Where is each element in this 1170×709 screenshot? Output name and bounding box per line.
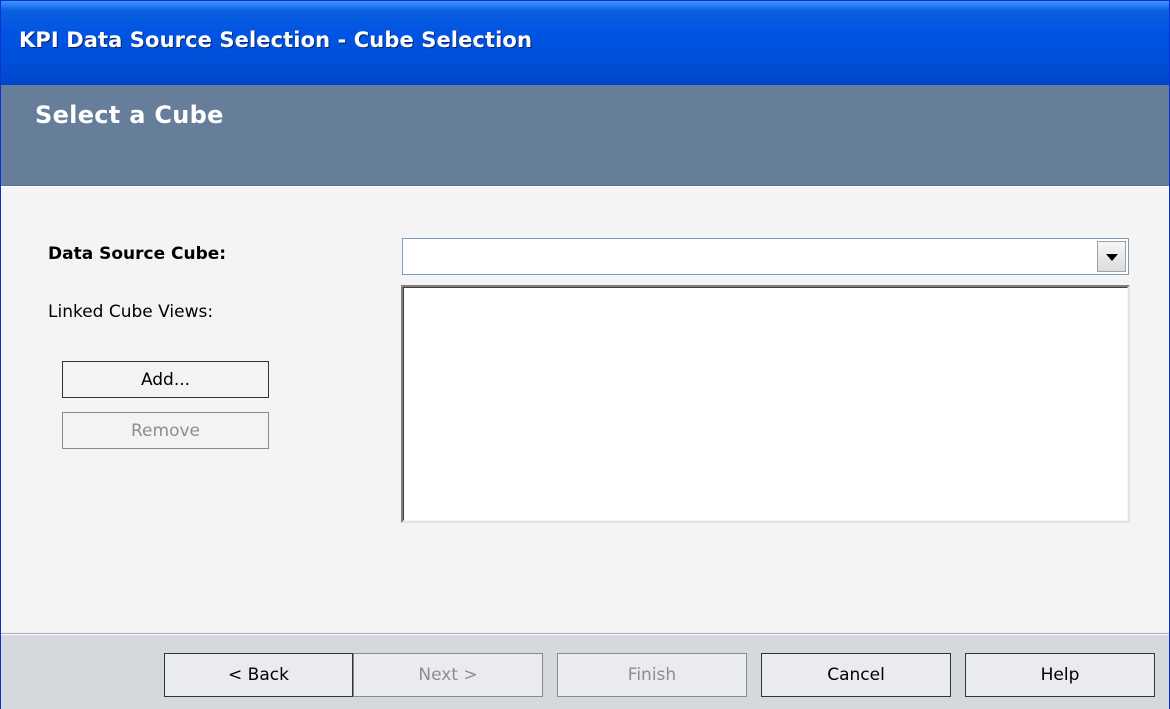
add-button[interactable]: Add... [62,361,269,398]
remove-button[interactable]: Remove [62,412,269,449]
wizard-header: Select a Cube [1,85,1169,186]
dialog-window: KPI Data Source Selection - Cube Selecti… [0,0,1170,709]
help-button[interactable]: Help [965,653,1155,697]
footer-divider [1,634,1169,635]
finish-button[interactable]: Finish [557,653,747,697]
data-source-cube-label: Data Source Cube: [48,244,227,264]
dropdown-button[interactable] [1097,241,1126,272]
page-title: Select a Cube [35,101,224,129]
back-button[interactable]: < Back [164,653,353,697]
title-bar[interactable]: KPI Data Source Selection - Cube Selecti… [1,1,1169,85]
linked-cube-views-list[interactable] [401,285,1130,523]
linked-cube-views-list-area [403,287,1128,521]
linked-cube-views-label: Linked Cube Views: [48,302,214,322]
data-source-cube-dropdown[interactable] [402,238,1129,275]
chevron-down-icon [1106,254,1118,261]
window-title: KPI Data Source Selection - Cube Selecti… [19,28,532,52]
next-button[interactable]: Next > [353,653,543,697]
cancel-button[interactable]: Cancel [761,653,951,697]
